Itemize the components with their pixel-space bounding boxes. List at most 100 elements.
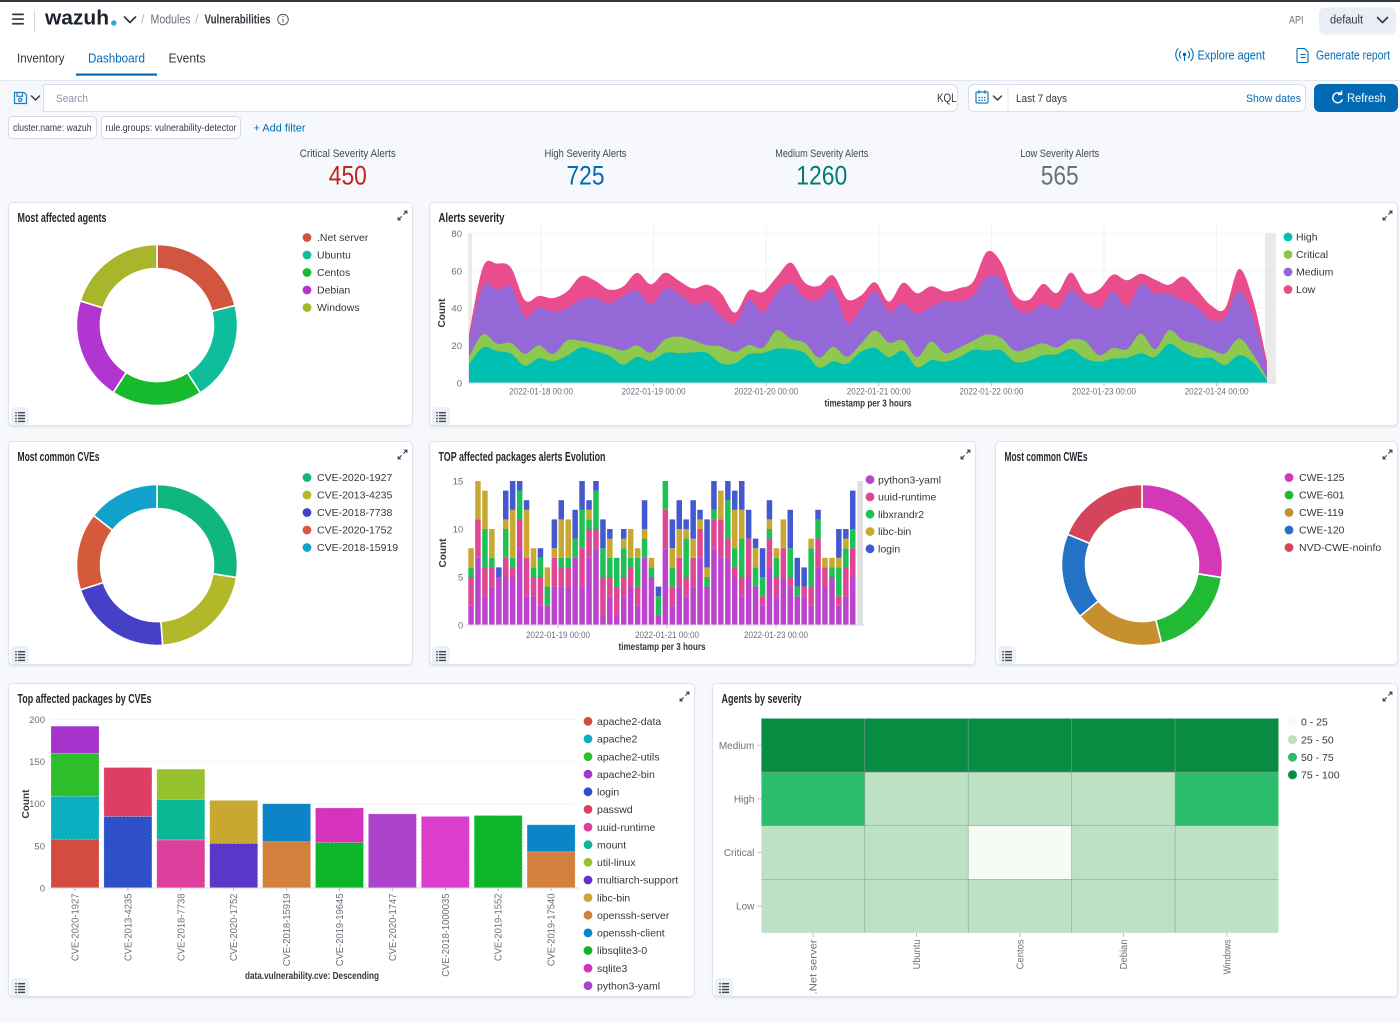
svg-text:60: 60 (451, 266, 462, 277)
svg-text:libxrandr2: libxrandr2 (878, 509, 924, 521)
svg-text:75 - 100: 75 - 100 (1301, 770, 1340, 782)
svg-text:Windows: Windows (317, 302, 360, 314)
svg-text:725: 725 (567, 161, 605, 191)
svg-text:2022-01-24 00:00: 2022-01-24 00:00 (1185, 387, 1249, 398)
svg-text:2022-01-23 00:00: 2022-01-23 00:00 (1072, 387, 1136, 398)
svg-text:apache2-bin: apache2-bin (597, 769, 655, 781)
svg-text:Most common CVEs: Most common CVEs (18, 450, 100, 464)
svg-text:libsqlite3-0: libsqlite3-0 (597, 945, 647, 957)
svg-text:uuid-runtime: uuid-runtime (597, 822, 656, 834)
svg-text:/: / (141, 13, 145, 27)
svg-text:CVE-2019-17540: CVE-2019-17540 (547, 893, 558, 966)
svg-text:CVE-2020-1927: CVE-2020-1927 (71, 893, 82, 961)
svg-text:450: 450 (329, 161, 367, 191)
svg-text:/: / (195, 13, 199, 27)
svg-text:50 - 75: 50 - 75 (1301, 752, 1334, 764)
svg-text:0: 0 (40, 884, 45, 895)
svg-text:High: High (1296, 232, 1318, 244)
svg-text:Medium Severity Alerts: Medium Severity Alerts (775, 148, 868, 160)
svg-text:2022-01-23 00:00: 2022-01-23 00:00 (744, 630, 808, 641)
svg-text:2022-01-18 00:00: 2022-01-18 00:00 (509, 387, 573, 398)
svg-text:Dashboard: Dashboard (88, 52, 145, 66)
svg-text:libc-bin: libc-bin (597, 892, 630, 904)
svg-text:CVE-2019-1552: CVE-2019-1552 (494, 893, 505, 961)
svg-text:openssh-server: openssh-server (597, 910, 670, 922)
svg-text:openssh-client: openssh-client (597, 928, 665, 940)
svg-text:High Severity Alerts: High Severity Alerts (545, 148, 627, 160)
svg-text:cluster.name: wazuh: cluster.name: wazuh (13, 122, 92, 134)
svg-text:NVD-CWE-noinfo: NVD-CWE-noinfo (1299, 542, 1381, 554)
svg-text:Show dates: Show dates (1246, 93, 1301, 105)
svg-text:Inventory: Inventory (17, 52, 65, 66)
svg-text:Critical: Critical (1296, 249, 1328, 261)
svg-text:Top affected packages by CVEs: Top affected packages by CVEs (18, 692, 152, 706)
svg-text:Refresh: Refresh (1347, 93, 1386, 105)
svg-text:CVE-2018-7738: CVE-2018-7738 (176, 893, 187, 961)
svg-text:+ Add filter: + Add filter (254, 123, 306, 135)
svg-text:CVE-2020-1927: CVE-2020-1927 (317, 472, 392, 484)
svg-text:15: 15 (453, 477, 464, 488)
svg-text:login: login (597, 787, 619, 799)
svg-text:mount: mount (597, 839, 626, 851)
svg-text:Count: Count (437, 298, 448, 328)
svg-text:passwd: passwd (597, 804, 633, 816)
svg-text:.Net server: .Net server (809, 939, 820, 995)
svg-text:timestamp per 3 hours: timestamp per 3 hours (619, 642, 706, 653)
svg-text:0: 0 (457, 379, 462, 390)
svg-text:40: 40 (451, 304, 462, 315)
svg-text:CVE-2013-4235: CVE-2013-4235 (317, 490, 392, 502)
svg-text:Centos: Centos (1015, 939, 1026, 969)
svg-text:80: 80 (451, 229, 462, 240)
svg-text:Critical Severity Alerts: Critical Severity Alerts (300, 148, 396, 160)
svg-text:50: 50 (34, 841, 45, 852)
svg-text:Critical: Critical (724, 848, 755, 859)
svg-text:API: API (1289, 15, 1304, 27)
svg-text:2022-01-19 00:00: 2022-01-19 00:00 (622, 387, 686, 398)
svg-text:Agents by severity: Agents by severity (722, 692, 802, 706)
svg-text:CVE-2018-15919: CVE-2018-15919 (317, 542, 398, 554)
svg-text:timestamp per 3 hours: timestamp per 3 hours (825, 399, 912, 410)
svg-text:0 - 25: 0 - 25 (1301, 717, 1328, 729)
svg-text:sqlite3: sqlite3 (597, 963, 628, 975)
svg-text:apache2: apache2 (597, 734, 637, 746)
svg-text:Windows: Windows (1222, 939, 1233, 974)
svg-text:2022-01-21 00:00: 2022-01-21 00:00 (847, 387, 911, 398)
svg-text:libc-bin: libc-bin (878, 526, 911, 538)
svg-text:rule.groups: vulnerability-det: rule.groups: vulnerability-detector (106, 122, 237, 134)
svg-text:Low Severity Alerts: Low Severity Alerts (1020, 148, 1099, 160)
svg-text:Count: Count (21, 789, 32, 819)
svg-text:Most affected agents: Most affected agents (18, 211, 107, 225)
svg-text:CWE-601: CWE-601 (1299, 490, 1345, 502)
svg-text:10: 10 (453, 525, 464, 536)
svg-text:Debian: Debian (1119, 939, 1130, 969)
svg-text:Most common CWEs: Most common CWEs (1005, 450, 1088, 464)
svg-text:0: 0 (458, 621, 463, 632)
svg-text:KQL: KQL (937, 93, 957, 105)
svg-text:CVE-2020-1752: CVE-2020-1752 (317, 525, 392, 537)
svg-text:200: 200 (29, 715, 45, 726)
svg-text:CVE-2018-15919: CVE-2018-15919 (282, 893, 293, 966)
svg-text:20: 20 (451, 341, 462, 352)
svg-text:5: 5 (458, 573, 463, 584)
svg-text:uuid-runtime: uuid-runtime (878, 492, 937, 504)
svg-text:Explore agent: Explore agent (1198, 49, 1266, 63)
svg-text:Modules: Modules (151, 13, 191, 27)
svg-text:CWE-119: CWE-119 (1299, 507, 1344, 519)
svg-text:CVE-2018-1000035: CVE-2018-1000035 (441, 893, 452, 977)
svg-text:wazuh: wazuh (44, 8, 109, 30)
svg-text:1260: 1260 (796, 161, 847, 191)
svg-text:python3-yaml: python3-yaml (597, 980, 660, 992)
svg-text:multiarch-support: multiarch-support (597, 875, 678, 887)
svg-text:Debian: Debian (317, 285, 350, 297)
svg-text:CVE-2013-4235: CVE-2013-4235 (123, 893, 134, 961)
svg-text:Medium: Medium (719, 741, 755, 752)
svg-text:default: default (1330, 15, 1364, 27)
svg-text:Alerts severity: Alerts severity (439, 211, 505, 225)
svg-text:Low: Low (1296, 284, 1316, 296)
svg-text:python3-yaml: python3-yaml (878, 474, 941, 486)
svg-text:CWE-125: CWE-125 (1299, 472, 1345, 484)
svg-text:data.vulnerability.cve: Descen: data.vulnerability.cve: Descending (245, 971, 379, 982)
svg-text:Centos: Centos (317, 267, 350, 279)
svg-text:Vulnerabilities: Vulnerabilities (205, 13, 271, 27)
svg-text:Events: Events (169, 52, 206, 66)
